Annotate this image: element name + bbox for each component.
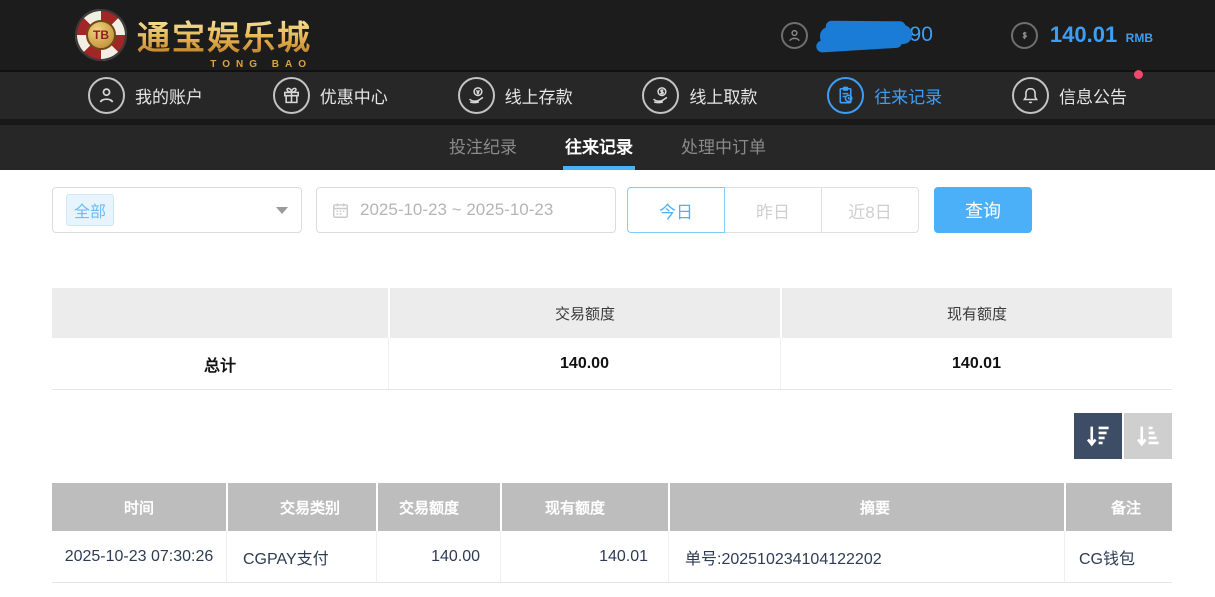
tab-pending-orders[interactable]: 处理中订单 [679,125,768,170]
sort-descending-icon [1083,421,1113,451]
dollar-icon [1011,22,1038,49]
sort-descending-button[interactable] [1074,413,1122,459]
nav-item-announcements[interactable]: 信息公告 [1012,77,1127,114]
main-nav: 我的账户 优惠中心 线上存款 线上取款 [0,70,1215,119]
quick-range-group: 今日 昨日 近8日 [627,187,919,233]
balance-currency: RMB [1126,31,1153,45]
withdraw-icon [642,77,679,114]
sort-ascending-icon [1133,421,1163,451]
tab-transaction-records[interactable]: 往来记录 [563,125,635,170]
type-select[interactable]: 全部 [52,187,302,233]
records-icon [827,77,864,114]
search-button[interactable]: 查询 [934,187,1032,233]
balance-amount: 140.01 [1050,22,1117,47]
quick-yesterday-button[interactable]: 昨日 [724,187,822,233]
notification-dot [1134,70,1143,79]
records-header-time: 时间 [52,483,226,531]
filter-bar: 全部 2025-10-23 ~ 2025-10-23 今日 昨日 近8日 查询 [52,187,1172,233]
sort-ascending-button[interactable] [1124,413,1172,459]
table-row: 2025-10-23 07:30:26 CGPAY支付 140.00 140.0… [52,531,1172,583]
summary-header-cell [52,288,388,338]
user-icon [781,22,808,49]
caret-down-icon [276,207,288,214]
user-icon [88,77,125,114]
site-logo[interactable]: TB 通宝娱乐城 TONG BAO [75,9,312,61]
nav-item-deposit[interactable]: 线上存款 [458,77,573,114]
type-select-value: 全部 [66,194,114,226]
records-header-summary: 摘要 [668,483,1064,531]
record-balance: 140.01 [500,531,668,582]
records-header-row: 时间 交易类别 交易额度 现有额度 摘要 备注 [52,483,1172,531]
summary-header-row: 交易额度 现有额度 [52,288,1172,338]
records-header-type: 交易类别 [226,483,376,531]
site-title: 通宝娱乐城 [137,11,312,59]
records-header-remark: 备注 [1064,483,1172,531]
account-summary[interactable]: 590 [781,20,933,50]
calendar-icon [331,201,350,220]
redacted-username-scribble [820,24,912,45]
top-header: TB 通宝娱乐城 TONG BAO 590 [0,0,1215,70]
record-remark: CG钱包 [1064,531,1172,582]
poker-chip-icon: TB [75,9,127,61]
gift-icon [273,77,310,114]
sort-controls [52,413,1172,459]
record-time: 2025-10-23 07:30:26 [52,531,226,582]
summary-current-amount: 140.01 [780,338,1172,389]
summary-transaction-amount: 140.00 [388,338,780,389]
summary-header-cell: 现有额度 [780,288,1172,338]
quick-last8days-button[interactable]: 近8日 [821,187,919,233]
tab-betting-records[interactable]: 投注纪录 [447,125,519,170]
date-range-input[interactable]: 2025-10-23 ~ 2025-10-23 [316,187,616,233]
records-header-amount: 交易额度 [376,483,500,531]
nav-item-promotions[interactable]: 优惠中心 [273,77,388,114]
summary-total-row: 总计 140.00 140.01 [52,338,1172,390]
deposit-icon [458,77,495,114]
bell-icon [1012,77,1049,114]
content-area: 全部 2025-10-23 ~ 2025-10-23 今日 昨日 近8日 查询 … [0,187,1215,583]
chip-tb-label: TB [86,20,116,50]
nav-item-my-account[interactable]: 我的账户 [88,77,203,114]
record-amount: 140.00 [376,531,500,582]
nav-item-records[interactable]: 往来记录 [827,77,942,114]
summary-table: 交易额度 现有额度 总计 140.00 140.01 [52,288,1172,390]
record-summary: 单号:202510234104122202 [668,531,1064,582]
record-type: CGPAY支付 [226,531,376,582]
summary-header-cell: 交易额度 [388,288,780,338]
quick-today-button[interactable]: 今日 [627,187,725,233]
wallet-balance[interactable]: 140.01 RMB [1011,22,1153,49]
records-header-balance: 现有额度 [500,483,668,531]
records-table: 时间 交易类别 交易额度 现有额度 摘要 备注 2025-10-23 07:30… [52,483,1172,583]
nav-item-withdraw[interactable]: 线上取款 [642,77,757,114]
records-subnav: 投注纪录 往来记录 处理中订单 [0,119,1215,170]
site-subtitle: TONG BAO [210,59,312,70]
date-range-value: 2025-10-23 ~ 2025-10-23 [360,200,553,220]
summary-total-label: 总计 [52,338,388,389]
